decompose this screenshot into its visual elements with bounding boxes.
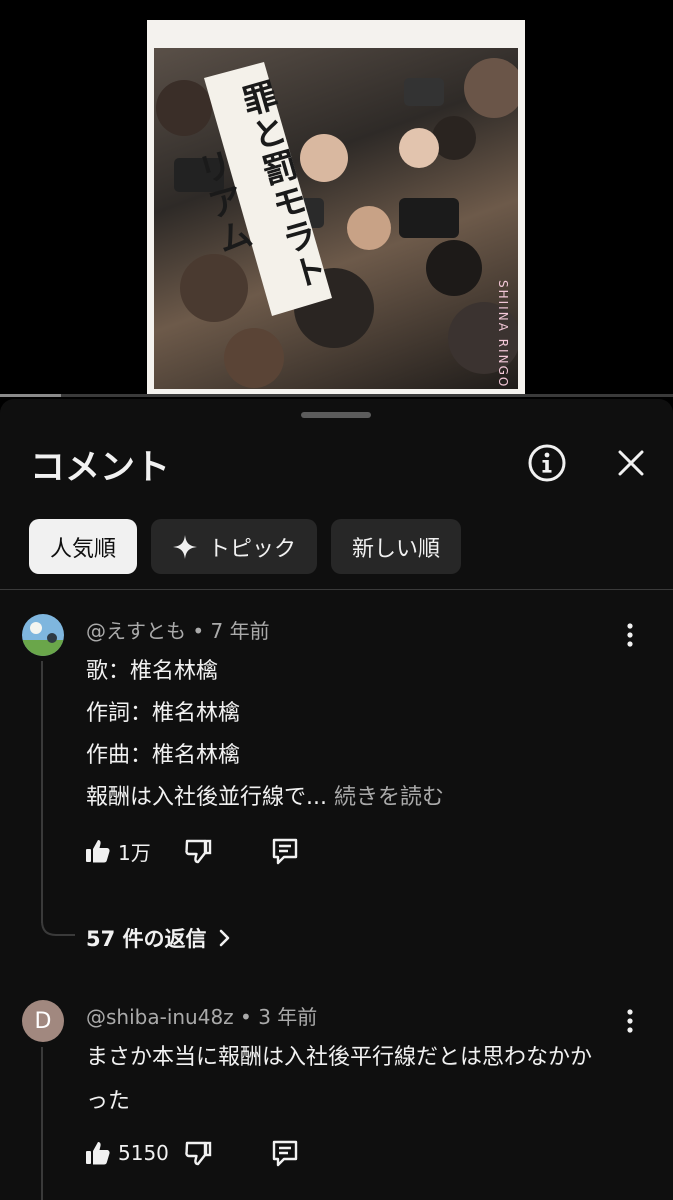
thumbs-down-icon — [185, 1141, 212, 1166]
comment-meta: @shiba-inu48z • 3 年前 — [86, 1001, 317, 1030]
comment-text-line: まさか本当に報酬は入社後平行線だとは思わなかか — [86, 1045, 593, 1070]
comment-meta: @えすとも • 7 年前 — [86, 615, 270, 644]
like-button[interactable]: 5150 — [84, 1135, 169, 1171]
sheet-title: コメント — [30, 448, 171, 488]
chip-topics[interactable]: トピック — [151, 519, 318, 574]
more-options-icon[interactable] — [620, 621, 640, 649]
video-progress-bar[interactable] — [0, 394, 673, 397]
artist-name-art: SHIINA RINGO — [496, 280, 510, 389]
chip-newest-label: 新しい順 — [352, 536, 441, 562]
like-button[interactable]: 1万 — [84, 833, 151, 869]
thread-curve — [41, 911, 75, 936]
thread-line — [41, 1047, 43, 1200]
video-progress-fill — [0, 394, 61, 397]
close-button[interactable] — [611, 443, 651, 483]
chip-topics-label: トピック — [208, 536, 297, 562]
comment-author[interactable]: @shiba-inu48z — [86, 1005, 234, 1029]
comment-text-line: 作詞：椎名林檎 — [86, 701, 241, 726]
album-cover: 罪と罰モラトリアム SHIINA RINGO — [147, 20, 525, 397]
more-options-icon[interactable] — [620, 1007, 640, 1035]
like-count: 5150 — [118, 1141, 169, 1165]
avatar-landscape-icon — [22, 614, 64, 656]
comment-text-line: った — [86, 1089, 131, 1114]
thumbs-up-icon — [86, 1142, 110, 1165]
chip-newest[interactable]: 新しい順 — [331, 519, 462, 574]
read-more-link[interactable]: 続きを読む — [334, 785, 444, 810]
meta-separator: • — [240, 1005, 252, 1029]
chevron-right-icon — [219, 929, 229, 947]
comment-text-truncated: 報酬は入社後並行線で... — [86, 785, 327, 810]
reply-button[interactable] — [270, 1135, 300, 1171]
reply-comment-icon — [272, 838, 298, 865]
comment-actions: 5150 — [84, 1135, 324, 1171]
thumbs-down-icon — [185, 839, 212, 864]
avatar[interactable] — [22, 614, 64, 656]
comment-author[interactable]: @えすとも — [86, 619, 186, 643]
view-replies-button[interactable]: 57 件の返信 — [86, 923, 235, 953]
sparkle-icon — [173, 534, 198, 559]
thumbs-up-icon — [86, 840, 110, 863]
chip-popular-label: 人気順 — [50, 536, 117, 562]
comment-text-line: 歌：椎名林檎 — [86, 659, 219, 684]
reply-comment-icon — [272, 1140, 298, 1167]
chip-popular[interactable]: 人気順 — [29, 519, 138, 574]
meta-separator: • — [192, 619, 205, 643]
comment-time: 7 年前 — [210, 619, 270, 643]
comment-text-line: 報酬は入社後並行線で... 続きを読む — [86, 779, 444, 811]
album-photo: 罪と罰モラトリアム SHIINA RINGO — [154, 48, 518, 389]
sort-chips: 人気順 トピック 新しい順 — [29, 519, 462, 574]
replies-count-label: 57 件の返信 — [86, 927, 207, 951]
divider — [0, 589, 673, 590]
info-button[interactable] — [527, 443, 567, 483]
thread-line — [41, 661, 43, 923]
info-icon — [528, 444, 566, 482]
comments-sheet: コメント 人気順 トピック 新しい順 @えすとも • 7 年前 歌：椎名林檎 作… — [0, 399, 673, 1200]
comment-time: 3 年前 — [258, 1005, 318, 1029]
comment-item: @えすとも • 7 年前 歌：椎名林檎 作詞：椎名林檎 作曲：椎名林檎 報酬は入… — [0, 611, 673, 961]
avatar[interactable]: D — [22, 1000, 64, 1042]
close-icon — [618, 450, 644, 476]
comment-actions: 1万 — [84, 833, 324, 869]
dislike-button[interactable] — [184, 1135, 212, 1171]
video-player[interactable]: 罪と罰モラトリアム SHIINA RINGO — [0, 0, 673, 397]
avatar-letter: D — [34, 1008, 52, 1034]
comment-text-line: 作曲：椎名林檎 — [86, 743, 241, 768]
comment-item: D @shiba-inu48z • 3 年前 まさか本当に報酬は入社後平行線だと… — [0, 997, 673, 1200]
reply-button[interactable] — [270, 833, 300, 869]
like-count: 1万 — [118, 840, 151, 865]
dislike-button[interactable] — [184, 833, 212, 869]
drag-handle[interactable] — [301, 412, 371, 418]
